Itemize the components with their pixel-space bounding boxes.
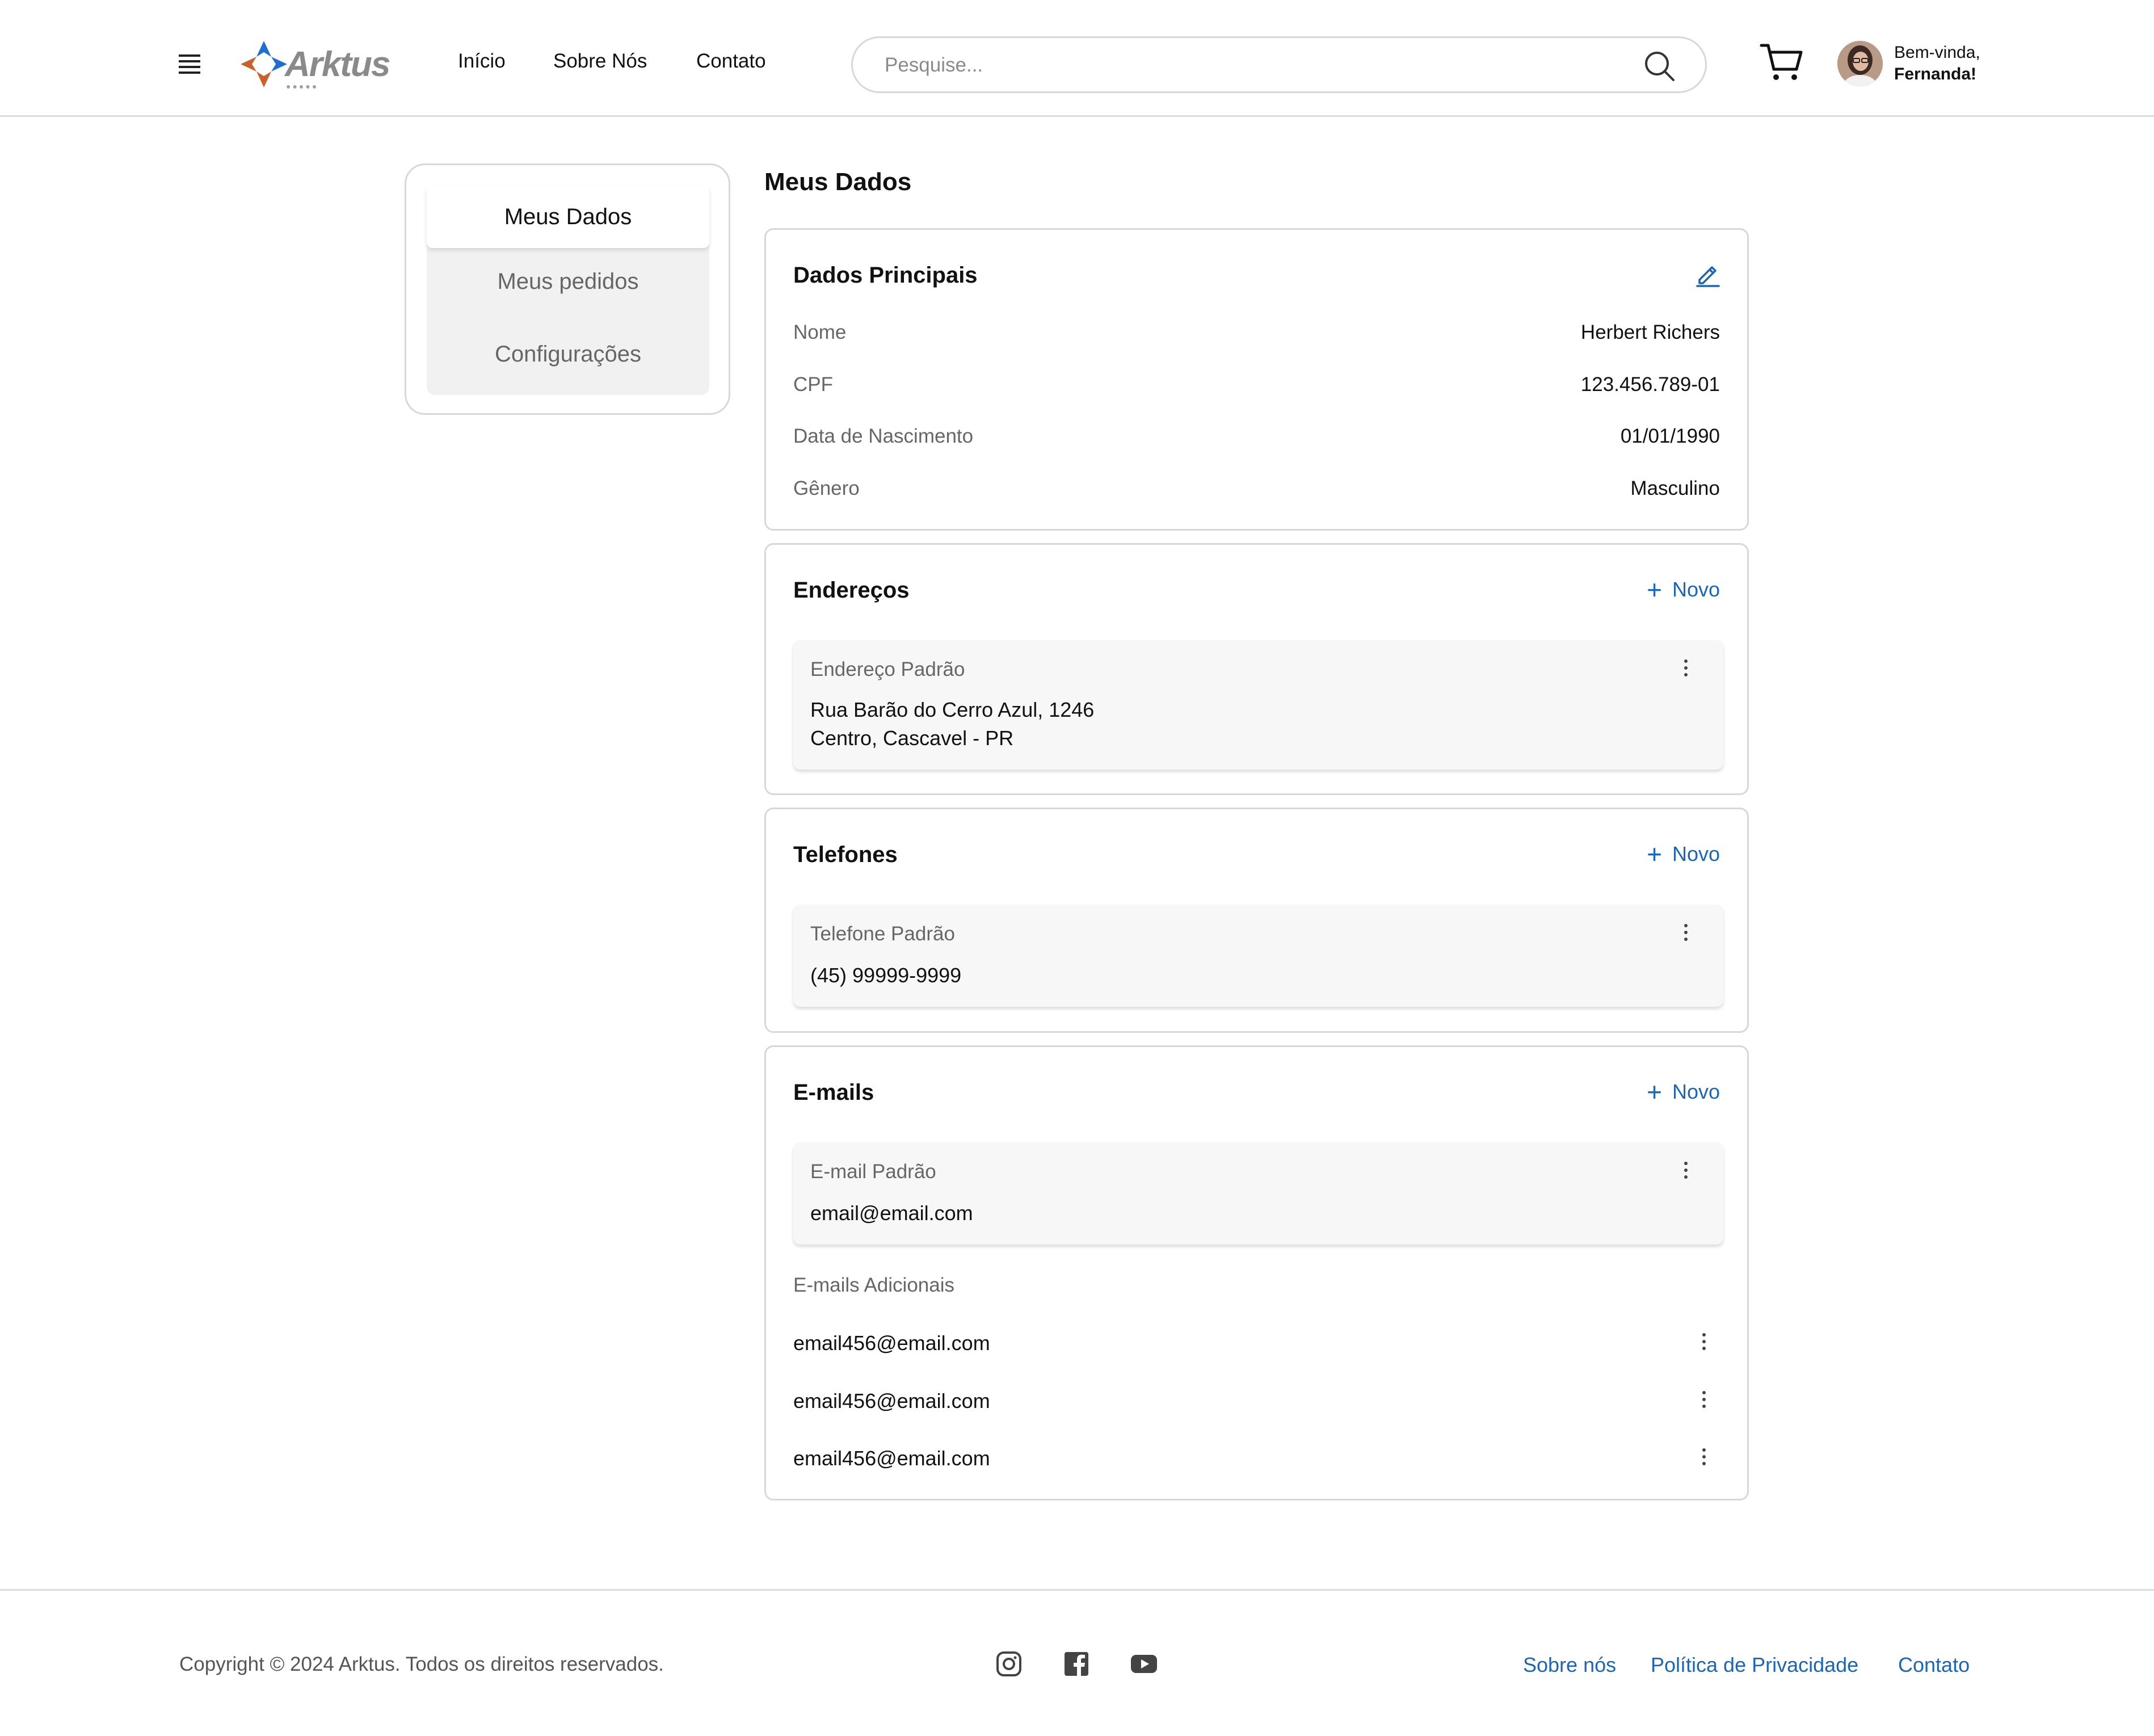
card-title: Telefones (793, 842, 898, 867)
sidebar-item-meus-pedidos[interactable]: Meus pedidos (427, 269, 709, 295)
more-options-icon[interactable] (1682, 659, 1689, 680)
value-genero: Masculino (1630, 477, 1720, 499)
additional-email: email456@email.com (793, 1389, 990, 1413)
nav-contato[interactable]: Contato (696, 50, 766, 73)
card-title: Dados Principais (793, 263, 978, 288)
footer-link-contato[interactable]: Contato (1898, 1653, 1970, 1677)
card-title: Endereços (793, 578, 910, 603)
add-address-button[interactable]: + Novo (1647, 577, 1720, 603)
logo-dots: ●●●●● (286, 82, 319, 91)
label-genero: Gênero (793, 477, 860, 499)
youtube-icon[interactable] (1130, 1650, 1158, 1678)
label-nome: Nome (793, 321, 847, 343)
phone-default-label: Telefone Padrão (810, 923, 955, 945)
avatar[interactable] (1837, 41, 1883, 86)
cart-icon[interactable] (1759, 40, 1804, 85)
novo-label: Novo (1672, 842, 1720, 865)
greeting-name: Fernanda! (1894, 65, 1977, 83)
card-enderecos: Endereços + Novo Endereço Padrão Rua Bar… (764, 543, 1749, 795)
value-nome: Herbert Richers (1580, 321, 1720, 343)
sidebar-item-configuracoes[interactable]: Configurações (427, 342, 709, 367)
edit-icon[interactable] (1694, 259, 1722, 288)
nav-sobre-nos[interactable]: Sobre Nós (553, 50, 647, 73)
add-email-button[interactable]: + Novo (1647, 1079, 1720, 1105)
header: Arktus ●●●●● Início Sobre Nós Contato Be… (0, 0, 2154, 117)
instagram-icon[interactable] (995, 1650, 1023, 1678)
value-cpf: 123.456.789-01 (1580, 373, 1720, 396)
novo-label: Novo (1672, 578, 1720, 601)
footer-link-sobre-nos[interactable]: Sobre nós (1523, 1653, 1616, 1677)
address-default-item: Endereço Padrão Rua Barão do Cerro Azul,… (793, 640, 1723, 770)
facebook-icon[interactable] (1062, 1650, 1091, 1678)
logo[interactable]: Arktus ●●●●● (238, 39, 390, 91)
footer-link-politica-privacidade[interactable]: Política de Privacidade (1651, 1653, 1858, 1677)
search-bar (851, 36, 1707, 93)
logo-mark-icon (241, 41, 287, 87)
more-options-icon[interactable] (1682, 924, 1689, 944)
nav-inicio[interactable]: Início (458, 50, 506, 73)
card-dados-principais: Dados Principais Nome Herbert Richers CP… (764, 228, 1749, 531)
search-input[interactable] (885, 52, 1622, 79)
sidebar-menu: Meus Dados Meus pedidos Configurações (427, 186, 709, 395)
address-default-label: Endereço Padrão (810, 658, 965, 680)
plus-icon: + (1647, 575, 1662, 604)
account-sidebar: Meus Dados Meus pedidos Configurações (405, 163, 730, 415)
label-cpf: CPF (793, 373, 833, 396)
card-emails: E-mails + Novo E-mail Padrão email@email… (764, 1045, 1749, 1500)
card-title: E-mails (793, 1080, 874, 1105)
address-line2: Centro, Cascavel - PR (810, 726, 1014, 750)
value-data-nascimento: 01/01/1990 (1620, 425, 1720, 447)
search-icon[interactable] (1642, 48, 1678, 85)
sidebar-item-meus-dados[interactable]: Meus Dados (427, 186, 709, 248)
avatar-image (1837, 41, 1883, 86)
menu-icon[interactable] (179, 54, 200, 74)
phone-default-item: Telefone Padrão (45) 99999-9999 (793, 905, 1723, 1007)
logo-text: Arktus (285, 45, 390, 84)
add-phone-button[interactable]: + Novo (1647, 841, 1720, 867)
more-options-icon[interactable] (1701, 1391, 1707, 1411)
plus-icon: + (1647, 839, 1662, 869)
additional-email: email456@email.com (793, 1331, 990, 1355)
greeting-line1: Bem-vinda, (1894, 43, 1980, 62)
email-default-value: email@email.com (810, 1201, 973, 1225)
email-default-item: E-mail Padrão email@email.com (793, 1142, 1723, 1245)
novo-label: Novo (1672, 1080, 1720, 1103)
phone-number: (45) 99999-9999 (810, 964, 962, 987)
additional-emails-label: E-mails Adicionais (793, 1274, 954, 1296)
more-options-icon[interactable] (1682, 1162, 1689, 1182)
plus-icon: + (1647, 1077, 1662, 1107)
more-options-icon[interactable] (1701, 1448, 1707, 1469)
card-telefones: Telefones + Novo Telefone Padrão (45) 99… (764, 808, 1749, 1033)
footer: Copyright © 2024 Arktus. Todos os direit… (0, 1589, 2154, 1736)
additional-email: email456@email.com (793, 1447, 990, 1470)
email-default-label: E-mail Padrão (810, 1161, 936, 1183)
label-data-nascimento: Data de Nascimento (793, 425, 974, 447)
more-options-icon[interactable] (1701, 1333, 1707, 1354)
copyright: Copyright © 2024 Arktus. Todos os direit… (179, 1653, 664, 1675)
address-line1: Rua Barão do Cerro Azul, 1246 (810, 698, 1095, 721)
page-title: Meus Dados (764, 168, 912, 196)
